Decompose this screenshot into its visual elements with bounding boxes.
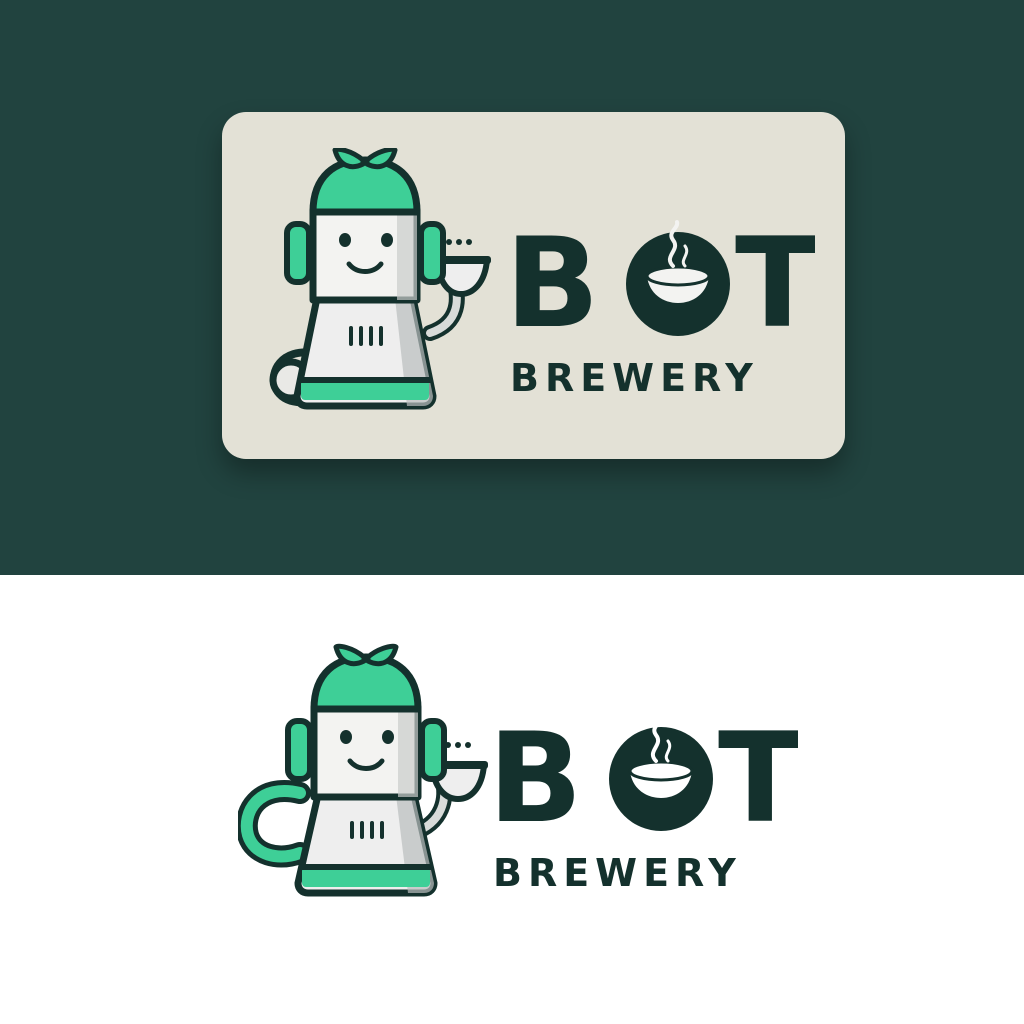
- wordmark-letter-t: T: [718, 707, 798, 843]
- robot-kettle-mascot-icon: [269, 148, 491, 410]
- logo-on-card: B T BREWERY: [255, 148, 815, 418]
- bot-wordmark: B T: [488, 707, 798, 843]
- wordmark-letter-b: B: [488, 707, 583, 843]
- steaming-coffee-cup-icon: [626, 220, 730, 336]
- robot-kettle-mascot-icon: [238, 643, 488, 897]
- logo-on-white: B T BREWERY: [238, 643, 798, 913]
- steaming-coffee-cup-icon: [609, 715, 713, 831]
- brand-subtitle: BREWERY: [493, 851, 742, 895]
- wordmark-letter-t: T: [735, 212, 815, 348]
- brand-subtitle: BREWERY: [510, 356, 759, 400]
- bot-wordmark: B T: [505, 212, 815, 348]
- wordmark-letter-b: B: [505, 212, 600, 348]
